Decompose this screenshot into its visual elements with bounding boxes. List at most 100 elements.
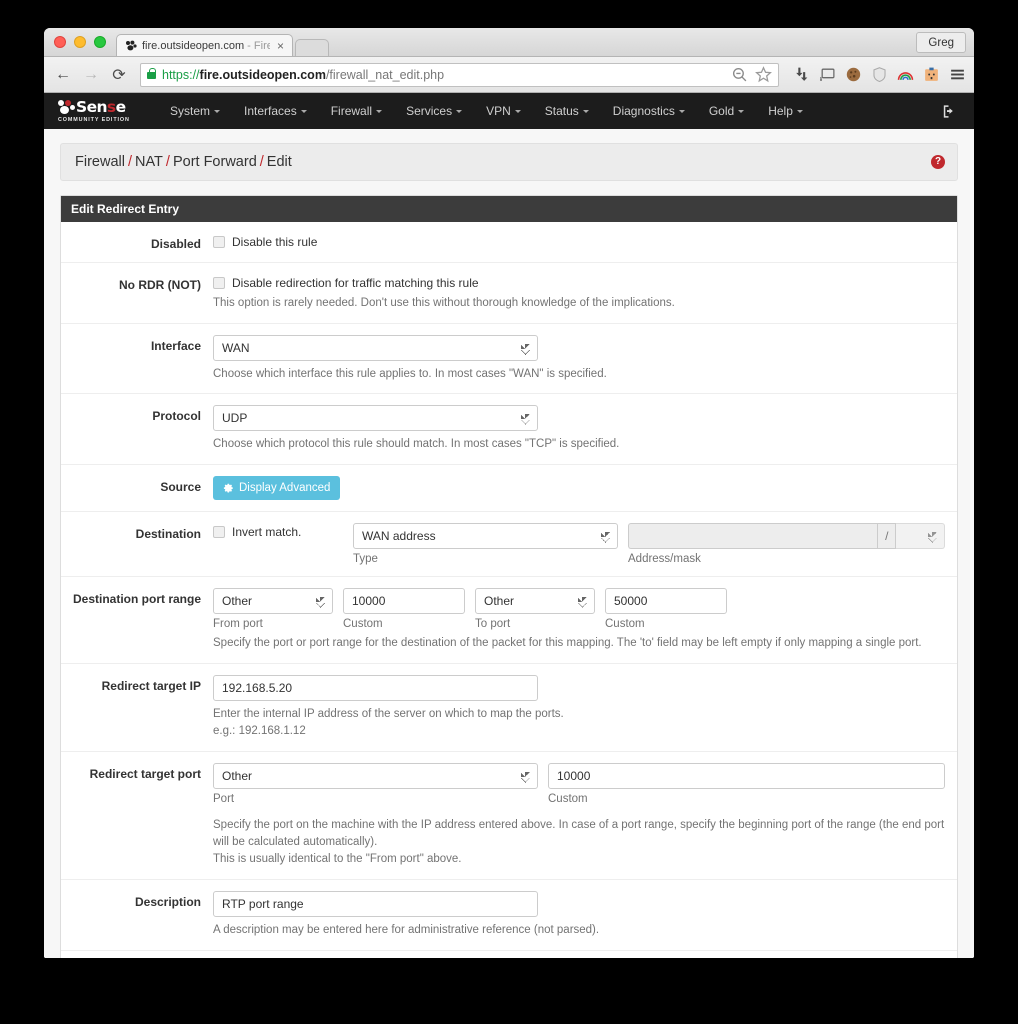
to-port-select[interactable]: Other bbox=[475, 588, 595, 615]
form-row-destination: Destination Invert match. WAN address Ty… bbox=[61, 512, 957, 578]
display-advanced-button[interactable]: Display Advanced bbox=[213, 476, 341, 501]
star-icon[interactable] bbox=[755, 66, 772, 83]
form-row-redirect-target-port: Redirect target port Other Port Custom bbox=[61, 752, 957, 881]
nav-item-diagnostics[interactable]: Diagnostics bbox=[601, 93, 697, 129]
protocol-select[interactable]: UDP bbox=[213, 405, 538, 432]
redirect-target-port-select[interactable]: Other bbox=[213, 763, 538, 790]
maximize-window-button[interactable] bbox=[94, 36, 106, 48]
destination-address-group: / bbox=[628, 523, 945, 550]
redirect-target-port-help-2: This is usually identical to the "From p… bbox=[213, 853, 462, 866]
to-port-custom-field-label: Custom bbox=[605, 618, 645, 631]
browser-tab[interactable]: fire.outsideopen.com - Fire × bbox=[116, 34, 294, 56]
label-protocol: Protocol bbox=[152, 409, 201, 424]
redirect-target-port-custom-input[interactable] bbox=[548, 763, 945, 790]
to-port-field-label: To port bbox=[475, 618, 511, 631]
disable-rule-checkbox-row[interactable]: Disable this rule bbox=[213, 233, 945, 249]
browser-window: fire.outsideopen.com - Fire × Greg ← → ⟳… bbox=[44, 28, 974, 958]
invert-match-row[interactable]: Invert match. bbox=[213, 523, 343, 539]
logo-wordmark: Sense bbox=[76, 98, 126, 116]
browser-toolbar: ← → ⟳ https://fire.outsideopen.com/firew… bbox=[44, 57, 974, 93]
label-destination-port-range: Destination port range bbox=[72, 592, 201, 607]
close-icon[interactable]: × bbox=[275, 40, 286, 52]
description-input[interactable] bbox=[213, 891, 538, 918]
breadcrumb-item-nat[interactable]: NAT bbox=[135, 154, 163, 170]
reload-icon[interactable]: ⟳ bbox=[108, 64, 130, 86]
nav-menu: System Interfaces Firewall Services VPN … bbox=[158, 93, 815, 129]
menu-icon[interactable] bbox=[949, 66, 966, 83]
to-port-custom-input[interactable] bbox=[605, 588, 727, 615]
omnibox-icons bbox=[731, 66, 772, 83]
destination-port-range-help: Specify the port or port range for the d… bbox=[213, 637, 922, 650]
cast-icon[interactable] bbox=[819, 66, 836, 83]
form-row-redirect-target-ip: Redirect target IP Enter the internal IP… bbox=[61, 664, 957, 753]
from-port-custom-input[interactable] bbox=[343, 588, 465, 615]
address-bar[interactable]: https://fire.outsideopen.com/firewall_na… bbox=[140, 62, 779, 87]
destination-type-select[interactable]: WAN address bbox=[353, 523, 618, 550]
shield-icon[interactable] bbox=[871, 66, 888, 83]
redirect-target-port-help-1: Specify the port on the machine with the… bbox=[213, 819, 945, 848]
panel-body: Disabled Disable this rule No RDR (NOT) bbox=[61, 222, 957, 958]
form-row-no-rdr: No RDR (NOT) Disable redirection for tra… bbox=[61, 263, 957, 324]
logo-subtitle: COMMUNITY EDITION bbox=[58, 117, 130, 123]
rainbow-icon[interactable] bbox=[897, 66, 914, 83]
gear-icon bbox=[223, 483, 233, 493]
no-rdr-checkbox-row[interactable]: Disable redirection for traffic matching… bbox=[213, 274, 945, 290]
nav-item-status[interactable]: Status bbox=[533, 93, 601, 129]
label-disabled: Disabled bbox=[150, 237, 201, 251]
extension-icon[interactable] bbox=[923, 66, 940, 83]
disable-rule-checkbox[interactable] bbox=[213, 236, 225, 248]
display-advanced-label: Display Advanced bbox=[239, 482, 331, 495]
minimize-window-button[interactable] bbox=[74, 36, 86, 48]
from-port-field-label: From port bbox=[213, 618, 263, 631]
destination-address-input[interactable] bbox=[628, 523, 878, 550]
breadcrumb-item-edit: Edit bbox=[266, 154, 292, 170]
from-port-custom-field-label: Custom bbox=[343, 618, 383, 631]
nav-item-firewall[interactable]: Firewall bbox=[319, 93, 394, 129]
slash-addon: / bbox=[877, 523, 897, 550]
description-help: A description may be entered here for ad… bbox=[213, 924, 600, 937]
page-content: Firewall / NAT / Port Forward / Edit ? Edit Re… bbox=[44, 129, 974, 958]
nav-item-services[interactable]: Services bbox=[394, 93, 474, 129]
pfsense-logo[interactable]: Sense COMMUNITY EDITION bbox=[58, 98, 142, 124]
profile-button[interactable]: Greg bbox=[916, 32, 966, 53]
interface-select[interactable]: WAN bbox=[213, 334, 538, 361]
label-redirect-target-ip: Redirect target IP bbox=[101, 678, 201, 693]
zoom-icon[interactable] bbox=[731, 66, 748, 83]
cookie-icon[interactable] bbox=[845, 66, 862, 83]
forward-icon[interactable]: → bbox=[80, 64, 102, 86]
logout-icon[interactable] bbox=[941, 104, 956, 119]
help-icon[interactable]: ? bbox=[931, 155, 945, 169]
destination-mask-select[interactable] bbox=[896, 523, 945, 550]
back-icon[interactable]: ← bbox=[52, 64, 74, 86]
pfsense-navbar: Sense COMMUNITY EDITION System Interface… bbox=[44, 93, 974, 129]
nav-item-vpn[interactable]: VPN bbox=[474, 93, 533, 129]
form-row-disabled: Disabled Disable this rule bbox=[61, 222, 957, 263]
redirect-target-port-field-label: Port bbox=[213, 793, 235, 806]
edit-redirect-entry-panel: Edit Redirect Entry Disabled Disable thi… bbox=[60, 195, 958, 958]
redirect-target-port-custom-field-label: Custom bbox=[548, 793, 588, 806]
panel-title: Edit Redirect Entry bbox=[61, 196, 957, 222]
pfsense-favicon bbox=[125, 40, 137, 52]
form-row-interface: Interface WAN Choose which interface thi… bbox=[61, 324, 957, 395]
browser-tab-title: fire.outsideopen.com - Fire bbox=[142, 39, 270, 52]
nav-item-interfaces[interactable]: Interfaces bbox=[232, 93, 319, 129]
label-description: Description bbox=[134, 895, 201, 910]
breadcrumb-item-firewall[interactable]: Firewall bbox=[75, 154, 125, 170]
from-port-select[interactable]: Other bbox=[213, 588, 333, 615]
close-window-button[interactable] bbox=[54, 36, 66, 48]
invert-match-checkbox[interactable] bbox=[213, 526, 225, 539]
redirect-target-ip-input[interactable] bbox=[213, 674, 538, 701]
disable-rule-label: Disable this rule bbox=[232, 235, 318, 249]
nav-item-gold[interactable]: Gold bbox=[697, 93, 756, 129]
window-controls bbox=[54, 36, 106, 48]
label-destination: Destination bbox=[135, 527, 201, 542]
url-text: https://fire.outsideopen.com/firewall_na… bbox=[162, 67, 445, 82]
tabstrip: fire.outsideopen.com - Fire × bbox=[116, 34, 330, 56]
download-icon[interactable] bbox=[793, 66, 810, 83]
no-rdr-help: This option is rarely needed. Don't use … bbox=[213, 297, 675, 309]
nav-item-system[interactable]: System bbox=[158, 93, 232, 129]
nav-item-help[interactable]: Help bbox=[756, 93, 815, 129]
new-tab-button[interactable] bbox=[295, 39, 330, 56]
breadcrumb-item-port-forward[interactable]: Port Forward bbox=[173, 154, 257, 170]
no-rdr-checkbox[interactable] bbox=[213, 277, 225, 289]
